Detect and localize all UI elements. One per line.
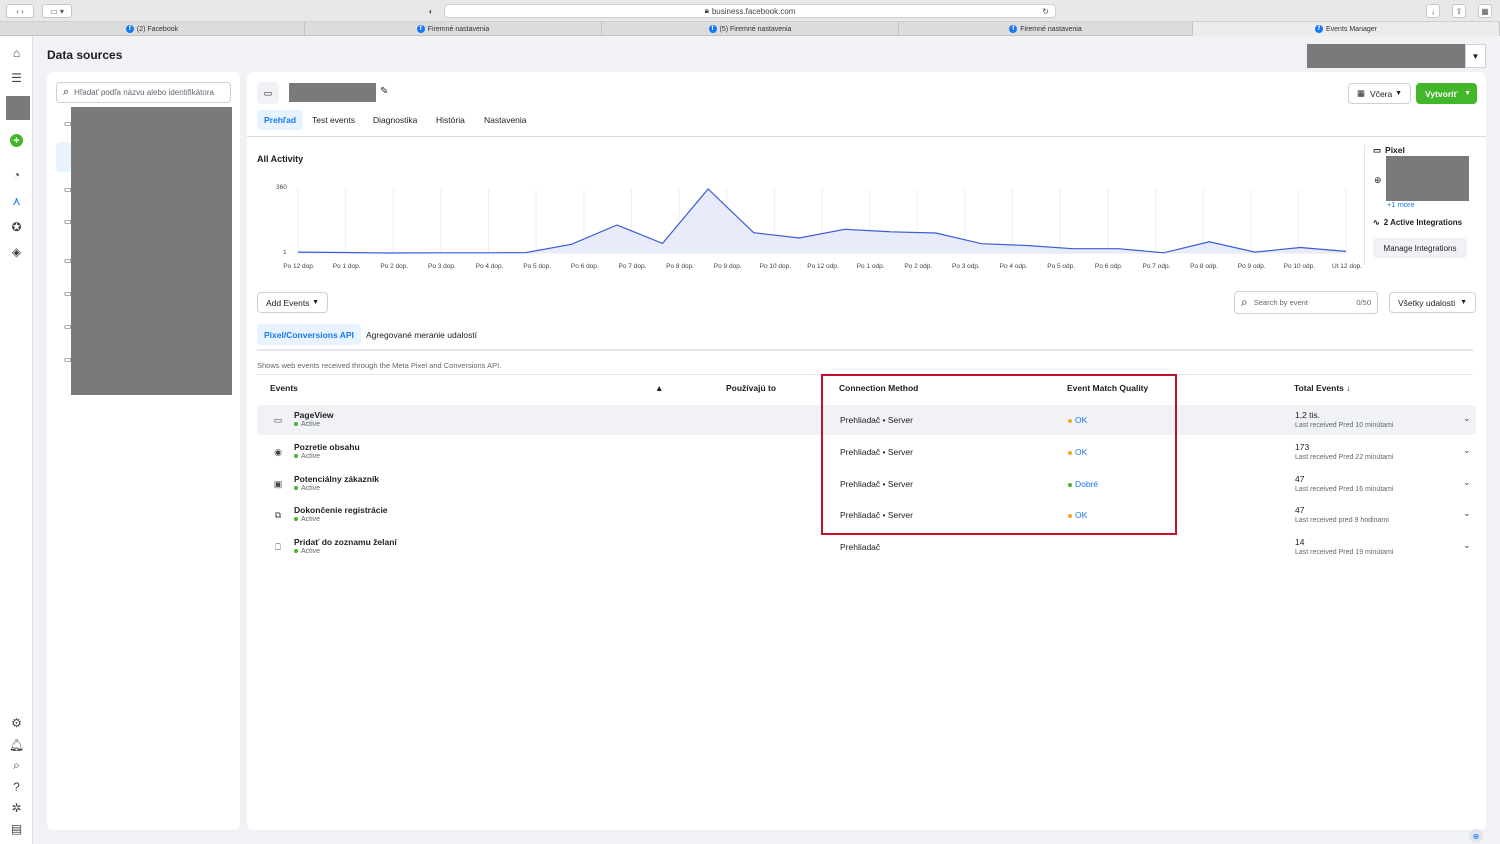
last-received: Last received pred 9 hodinami: [1295, 517, 1389, 524]
total-events: 47: [1295, 474, 1305, 484]
event-name: Pozretie obsahu: [294, 442, 360, 452]
col-header-events[interactable]: Events: [270, 383, 298, 393]
x-tick-label: Po 1 dop.: [332, 263, 361, 270]
x-tick-label: Po 5 odp.: [1047, 263, 1076, 270]
chevron-down-icon: ▼: [1460, 299, 1467, 306]
contact-card-icon: ▣: [273, 478, 283, 489]
x-tick-label: Po 12 dop.: [283, 263, 315, 270]
globe-icon: ⊕: [1374, 175, 1382, 185]
more-domains-link[interactable]: +1 more: [1387, 200, 1415, 209]
subtab-pixel-capi[interactable]: Pixel/Conversions API: [257, 324, 361, 345]
expand-chevron-icon[interactable]: ⌄: [1463, 445, 1471, 456]
x-tick-label: Po 6 odp.: [1094, 263, 1123, 270]
events-description: Shows web events received through the Me…: [257, 361, 502, 370]
x-tick-label: Ut 12 dop.: [1332, 263, 1362, 270]
connection-method: Prehliadač: [840, 542, 881, 552]
redacted-domain: [1386, 156, 1469, 201]
table-row[interactable]: ⎕ Pridať do zoznamu želaní Active Prehli…: [257, 532, 1476, 562]
x-tick-label: Po 4 dop.: [475, 263, 504, 270]
x-tick-label: Po 2 dop.: [380, 263, 409, 270]
chevron-down-icon: ▼: [312, 299, 319, 306]
event-name: Pridať do zoznamu želaní: [294, 537, 397, 547]
total-events: 47: [1295, 505, 1305, 515]
page-icon: ▭: [273, 414, 283, 425]
x-tick-label: Po 6 dop.: [570, 263, 599, 270]
x-tick-label: Po 2 odp.: [904, 263, 933, 270]
divider: [1364, 145, 1365, 265]
x-tick-label: Po 3 dop.: [427, 263, 456, 270]
x-tick-label: Po 1 odp.: [856, 263, 885, 270]
pixel-integration-label: ▭ Pixel: [1373, 145, 1405, 155]
search-count: 0/50: [1356, 298, 1371, 307]
last-received: Last received Pred 10 minútami: [1295, 422, 1394, 429]
event-search-input[interactable]: ⌕ Search by event 0/50: [1234, 291, 1378, 314]
col-header-used-by[interactable]: Používajú to: [726, 383, 776, 393]
x-tick-label: Po 8 odp.: [1190, 263, 1218, 270]
highlight-box: [821, 374, 1177, 535]
add-events-button[interactable]: Add Events ▼: [257, 292, 328, 313]
x-tick-label: Po 10 odp.: [1283, 263, 1316, 270]
event-name: Dokončenie registrácie: [294, 505, 388, 515]
globe-help-icon[interactable]: ⊕: [1469, 829, 1483, 843]
event-name: PageView: [294, 410, 334, 420]
total-events: 14: [1295, 537, 1305, 547]
x-tick-label: Po 7 odp.: [1142, 263, 1171, 270]
laptop-icon: ▭: [1373, 145, 1382, 155]
divider: [257, 349, 1473, 351]
search-icon: ⌕: [1241, 295, 1248, 309]
x-tick-label: Po 4 odp.: [999, 263, 1028, 270]
x-tick-label: Po 5 dop.: [523, 263, 552, 270]
event-filter-dropdown[interactable]: Všetky udalosti ▼: [1389, 292, 1476, 313]
x-tick-label: Po 9 dop.: [713, 263, 742, 270]
manage-integrations-button[interactable]: Manage Integrations: [1373, 238, 1467, 258]
event-status: Active: [294, 453, 320, 460]
last-received: Last received Pred 16 minútami: [1295, 486, 1394, 493]
event-status: Active: [294, 548, 320, 555]
x-tick-label: Po 10 dop.: [759, 263, 792, 270]
col-header-total-events[interactable]: Total Events ↓: [1294, 383, 1351, 393]
x-tick-label: Po 7 dop.: [618, 263, 647, 270]
x-tick-label: Po 9 odp.: [1237, 263, 1266, 270]
bookmark-icon: ⎕: [275, 541, 281, 552]
expand-chevron-icon[interactable]: ⌄: [1463, 540, 1471, 551]
subtab-aggregated-measurement[interactable]: Agregované meranie udalostí: [359, 324, 484, 345]
total-events: 1,2 tis.: [1295, 410, 1321, 420]
event-status: Active: [294, 516, 320, 523]
active-integrations-label: ∿ 2 Active Integrations: [1373, 218, 1463, 227]
event-name: Potenciálny zákazník: [294, 474, 380, 484]
event-status: Active: [294, 485, 320, 492]
expand-chevron-icon[interactable]: ⌄: [1463, 477, 1471, 488]
expand-chevron-icon[interactable]: ⌄: [1463, 508, 1471, 519]
x-tick-label: Po 8 dop.: [666, 263, 694, 270]
eye-icon: ◉: [274, 446, 282, 457]
x-tick-label: Po 12 odp.: [807, 263, 839, 270]
last-received: Last received Pred 19 minútami: [1295, 549, 1394, 556]
registration-icon: ⧉: [274, 509, 282, 520]
activity-pulse-icon: ∿: [1373, 218, 1380, 227]
expand-chevron-icon[interactable]: ⌄: [1463, 413, 1471, 424]
total-events: 173: [1295, 442, 1310, 452]
warning-icon: ▲: [655, 383, 664, 393]
x-tick-label: Po 3 odp.: [951, 263, 980, 270]
last-received: Last received Pred 22 minútami: [1295, 454, 1394, 461]
event-status: Active: [294, 421, 320, 428]
